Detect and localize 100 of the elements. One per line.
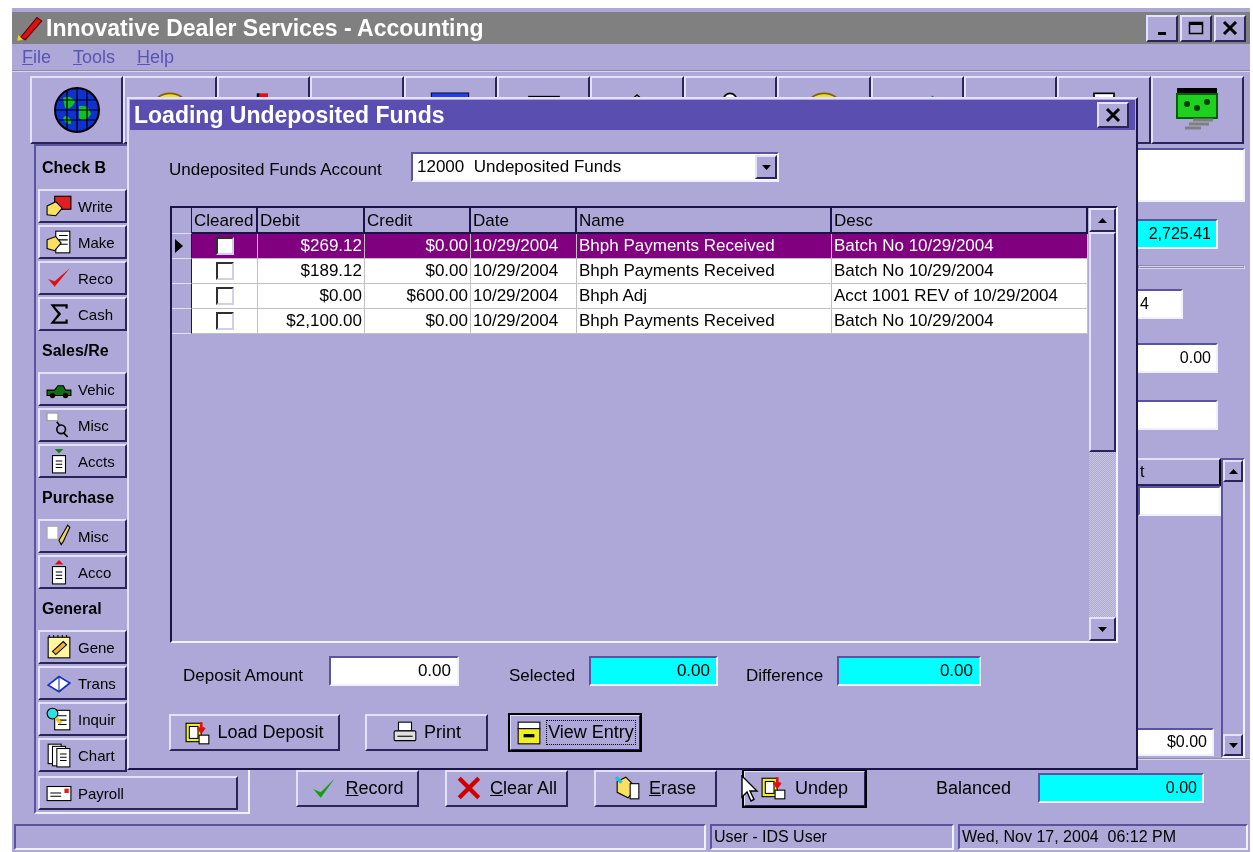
balance-field: 2,725.41 (1138, 219, 1218, 249)
action-button[interactable]: Undep (743, 769, 866, 807)
sidebar-item[interactable]: Gene (38, 630, 127, 664)
account-dropdown[interactable]: 12000 Undeposited Funds (411, 152, 779, 182)
sidebar-item[interactable]: Write (38, 189, 127, 223)
close-icon (1222, 21, 1238, 35)
current-row-icon (175, 239, 183, 253)
amount-field: 0.00 (837, 656, 981, 686)
close-button[interactable] (1097, 102, 1129, 128)
column-header[interactable]: Date (471, 208, 577, 234)
column-header[interactable]: Debit (258, 208, 365, 234)
checkbox[interactable] (215, 237, 234, 255)
notepad-icon (46, 634, 72, 660)
caret-up-icon (1098, 217, 1107, 223)
column-header[interactable]: Desc (832, 208, 1088, 234)
column-header: t (1138, 458, 1221, 486)
window-title: Innovative Dealer Services - Accounting (46, 14, 485, 42)
column-header[interactable]: Cleared (192, 208, 258, 234)
sidebar-item[interactable]: Cash (38, 297, 127, 331)
grid-row[interactable] (1138, 486, 1221, 516)
balanced-field: 0.00 (1038, 773, 1204, 803)
section-title: Check B (41, 158, 107, 178)
sidebar-item[interactable]: Inquir (38, 702, 127, 736)
action-button[interactable]: Record (296, 769, 419, 807)
toolbar-button[interactable] (1150, 76, 1245, 144)
table-cell: $0.00 (365, 234, 471, 259)
action-button[interactable]: Erase (594, 769, 717, 807)
table-cell: $600.00 (365, 284, 471, 309)
table-cell: 10/29/2004 (471, 259, 577, 284)
document-magnifier-icon (46, 706, 72, 732)
sidebar-item[interactable]: Misc (38, 519, 127, 553)
sidebar-item[interactable]: Vehic (38, 372, 127, 406)
checkbox[interactable] (215, 287, 234, 305)
sidebar-item[interactable]: Make (38, 225, 127, 259)
minimize-button[interactable] (1146, 14, 1178, 42)
dialog-title: Loading Undeposited Funds (134, 101, 445, 129)
sidebar-item[interactable]: Chart (38, 738, 127, 772)
table-cell: 10/29/2004 (471, 234, 577, 259)
hand-check-icon (46, 193, 72, 219)
row-selector[interactable] (172, 234, 192, 259)
sidebar-item[interactable]: Acco (38, 555, 127, 589)
row-selector[interactable] (172, 284, 192, 309)
column-header[interactable]: Credit (365, 208, 471, 234)
caret-down-icon (761, 164, 771, 170)
table-cell: Bhph Adj (577, 284, 832, 309)
table-cell: $269.12 (258, 234, 365, 259)
total-label: Deposit Amount (183, 665, 304, 686)
text-field[interactable] (1138, 400, 1218, 430)
table-cell: Batch No 10/29/2004 (832, 234, 1088, 259)
text-field[interactable]: 4 (1138, 289, 1183, 319)
dialog-button[interactable]: Print (365, 714, 488, 751)
rocket-icon (16, 14, 44, 42)
scrollbar[interactable] (1221, 458, 1245, 758)
sidebar-item[interactable]: Trans (38, 666, 127, 700)
toolbar-button[interactable] (30, 76, 124, 144)
globe-icon (52, 86, 101, 134)
caret-down-icon (1098, 626, 1107, 632)
maximize-button[interactable] (1180, 14, 1212, 42)
balanced-label: Balanced (936, 777, 1013, 799)
table-cell: $0.00 (258, 284, 365, 309)
row-selector[interactable] (172, 309, 192, 334)
status-datetime: Wed, Nov 17, 2004 06:12 PM (958, 824, 1248, 850)
memo-field[interactable] (1138, 148, 1245, 202)
section-title: General (41, 599, 102, 619)
checkbox[interactable] (215, 262, 234, 280)
sidebar-item[interactable]: Reco (38, 261, 127, 295)
table-cell: $2,100.00 (258, 309, 365, 334)
table-cell: Batch No 10/29/2004 (832, 309, 1088, 334)
dialog-button[interactable]: Load Deposit (169, 714, 340, 751)
total-label: Difference (746, 665, 825, 686)
pointer-cursor-icon (741, 775, 759, 802)
caret-down-icon (1228, 742, 1238, 748)
section-title: Purchase (41, 488, 115, 508)
close-icon (1105, 108, 1121, 122)
table-cell: Bhph Payments Received (577, 234, 832, 259)
clipboard-icon (185, 719, 212, 746)
action-button[interactable]: Clear All (445, 769, 568, 807)
total-field: $0.00 (1138, 728, 1214, 756)
close-button[interactable] (1214, 14, 1246, 42)
table-cell: 10/29/2004 (471, 284, 577, 309)
amount-field[interactable]: 0.00 (1138, 343, 1218, 373)
amount-field: 0.00 (329, 656, 459, 686)
column-header[interactable]: Name (577, 208, 832, 234)
table-cell: Acct 1001 REV of 10/29/2004 (832, 284, 1088, 309)
clipboard-icon (760, 775, 787, 801)
hand-pencil-icon (615, 775, 641, 801)
hand-document-icon (46, 229, 72, 255)
row-selector[interactable] (172, 259, 192, 284)
checkbox[interactable] (215, 312, 234, 330)
pages-icon (46, 742, 72, 768)
sidebar-item[interactable]: Payroll (38, 776, 238, 810)
box-icon (516, 719, 543, 746)
sidebar-item[interactable]: Accts (38, 444, 127, 478)
total-label: Selected (509, 665, 577, 686)
sidebar-item[interactable]: Misc (38, 408, 127, 442)
table-cell: Batch No 10/29/2004 (832, 259, 1088, 284)
amount-field: 0.00 (589, 656, 718, 686)
table-cell: Bhph Payments Received (577, 259, 832, 284)
scrollbar[interactable] (1089, 208, 1116, 641)
dialog-button[interactable]: View Entry (509, 714, 641, 751)
